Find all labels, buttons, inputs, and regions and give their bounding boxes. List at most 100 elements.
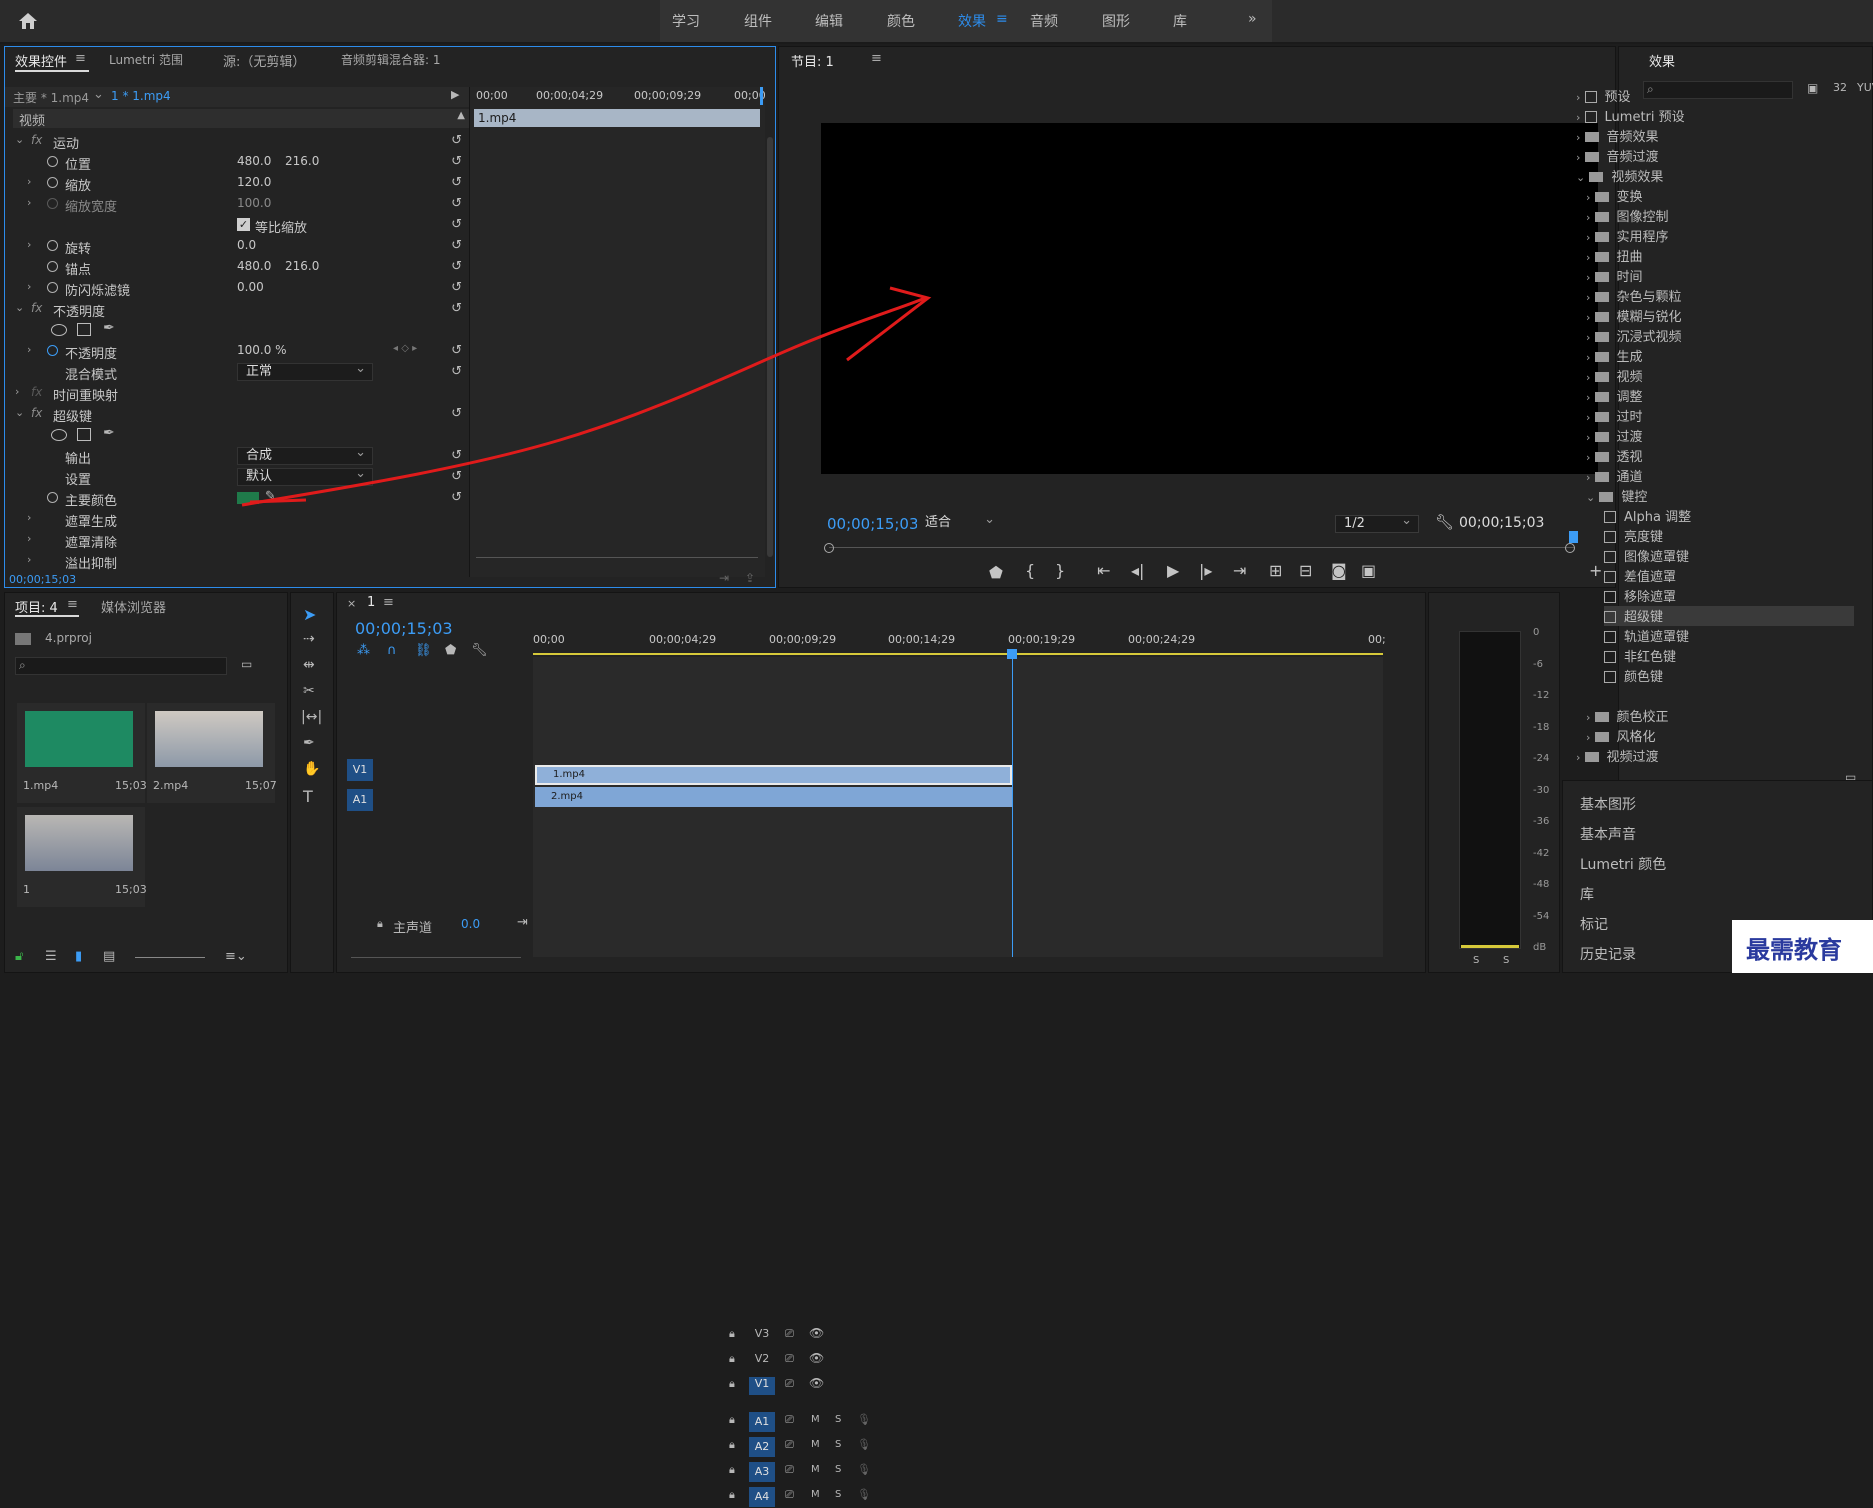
expand-icon[interactable]: ›: [1586, 291, 1590, 304]
microphone-icon[interactable]: 🎙︎: [857, 1438, 871, 1451]
timeline-tracks-area[interactable]: [533, 657, 1383, 957]
expand-icon[interactable]: ›: [27, 175, 31, 188]
time-remap-row[interactable]: › fx 时间重映射: [13, 383, 468, 404]
fit-dropdown[interactable]: 适合: [917, 512, 1001, 533]
expand-icon[interactable]: ›: [1586, 431, 1590, 444]
reset-icon[interactable]: ↺: [451, 406, 462, 421]
expand-icon[interactable]: ›: [1586, 451, 1590, 464]
reset-icon[interactable]: ↺: [451, 490, 462, 505]
timeline-timecode[interactable]: 00;00;15;03: [355, 619, 453, 638]
stopwatch-icon[interactable]: [47, 492, 58, 503]
tab-sequence[interactable]: 1: [367, 595, 375, 610]
position-x-value[interactable]: 480.0: [237, 154, 271, 168]
effects-item-video-transitions[interactable]: › 视频过渡: [1576, 746, 1659, 766]
solo-button[interactable]: S: [835, 1414, 841, 1425]
expand-icon[interactable]: ›: [1586, 411, 1590, 424]
lock-icon[interactable]: 🔒︎: [729, 1352, 735, 1366]
track-target-A1[interactable]: A1: [749, 1412, 775, 1432]
ec-scrollbar[interactable]: [476, 557, 758, 565]
effects-folder-item[interactable]: › 视频: [1586, 366, 1643, 386]
button-editor-icon[interactable]: +: [1589, 561, 1602, 580]
project-item-thumb[interactable]: 1.mp4 15;03: [17, 703, 147, 803]
lock-icon[interactable]: 🔒︎: [729, 1438, 735, 1452]
stopwatch-icon[interactable]: [47, 261, 58, 272]
freeform-view-icon[interactable]: ▤: [103, 949, 115, 964]
blend-mode-dropdown[interactable]: 正常: [237, 361, 373, 381]
lock-icon[interactable]: 🔒︎: [377, 917, 383, 931]
solo-button[interactable]: S: [835, 1439, 841, 1450]
project-item-thumb[interactable]: 1 15;03: [17, 807, 147, 907]
microphone-icon[interactable]: 🎙︎: [857, 1488, 871, 1501]
position-y-value[interactable]: 216.0: [285, 154, 319, 168]
track-target-V1[interactable]: V1: [749, 1377, 775, 1395]
reset-icon[interactable]: ↺: [451, 238, 462, 253]
list-view-icon[interactable]: ☰: [45, 949, 57, 964]
reset-icon[interactable]: ↺: [451, 196, 462, 211]
show-timeline-icon[interactable]: ▶: [451, 88, 459, 101]
side-panel-tab[interactable]: 基本声音: [1580, 824, 1636, 844]
tab-graphics[interactable]: 图形: [1102, 11, 1130, 31]
expand-icon[interactable]: ›: [27, 343, 31, 356]
tab-project[interactable]: 项目: 4: [15, 597, 58, 616]
scrub-start-handle[interactable]: [824, 543, 834, 553]
step-back-icon[interactable]: ◂|: [1131, 561, 1144, 580]
effects-folder-item[interactable]: › 透视: [1586, 446, 1643, 466]
expand-icon[interactable]: ›: [1586, 711, 1590, 724]
source-patch-v1[interactable]: V1: [347, 759, 373, 781]
reset-icon[interactable]: ↺: [451, 259, 462, 274]
tab-effects-menu-icon[interactable]: ≡: [996, 11, 1008, 27]
stopwatch-icon[interactable]: [47, 240, 58, 251]
expand-icon[interactable]: ›: [1586, 731, 1590, 744]
add-marker-icon[interactable]: ⬟: [989, 563, 1003, 582]
spill-suppression-row[interactable]: › 溢出抑制: [13, 551, 468, 572]
motion-row[interactable]: ⌄ fx 运动 ↺: [13, 131, 468, 152]
sync-lock-icon[interactable]: ⎚: [785, 1488, 794, 1502]
timeline-ruler[interactable]: 00;00 00;00;04;29 00;00;09;29 00;00;14;2…: [533, 629, 1386, 655]
lift-icon[interactable]: ⊞: [1269, 561, 1282, 580]
uniform-scale-checkbox[interactable]: ✓: [237, 218, 250, 231]
type-tool-icon[interactable]: T: [303, 787, 313, 806]
expand-icon[interactable]: ›: [1586, 371, 1590, 384]
home-icon[interactable]: [18, 12, 38, 30]
collapse-icon[interactable]: ⌄: [15, 406, 24, 419]
track-target-V3[interactable]: V3: [749, 1327, 775, 1345]
mark-out-icon[interactable]: }: [1055, 561, 1065, 580]
rectangle-mask-icon[interactable]: [77, 323, 91, 336]
expand-icon[interactable]: ›: [27, 553, 31, 566]
opacity-section-row[interactable]: ⌄ fx 不透明度 ↺: [13, 299, 468, 320]
ellipse-mask-icon[interactable]: [51, 429, 67, 441]
opacity-value[interactable]: 100.0 %: [237, 343, 287, 357]
reset-icon[interactable]: ↺: [451, 301, 462, 316]
tab-source[interactable]: 源:（无剪辑）: [223, 51, 305, 70]
track-target-A4[interactable]: A4: [749, 1487, 775, 1507]
keying-effect-item[interactable]: 颜色键: [1604, 666, 1854, 686]
side-panel-tab[interactable]: Lumetri 颜色: [1580, 854, 1666, 874]
sync-lock-icon[interactable]: ⎚: [785, 1377, 794, 1391]
extract-icon[interactable]: ⊟: [1299, 561, 1312, 580]
lock-icon[interactable]: 🔒︎: [729, 1413, 735, 1427]
more-workspaces-icon[interactable]: »: [1248, 11, 1257, 27]
close-sequence-icon[interactable]: ×: [347, 597, 356, 610]
ec-clip-bar[interactable]: 1.mp4: [474, 109, 760, 127]
tab-learn[interactable]: 学习: [672, 11, 700, 31]
stopwatch-icon[interactable]: [47, 282, 58, 293]
effects-item-presets[interactable]: › 预设: [1576, 86, 1631, 106]
keying-effect-item[interactable]: 图像遮罩键: [1604, 546, 1854, 566]
project-item-thumb[interactable]: 2.mp4 15;07: [147, 703, 277, 803]
ec-share-icon[interactable]: ⇪: [745, 571, 755, 585]
effects-folder-item[interactable]: › 杂色与颗粒: [1586, 286, 1682, 306]
reset-icon[interactable]: ↺: [451, 175, 462, 190]
tab-assembly[interactable]: 组件: [744, 11, 772, 31]
mark-in-icon[interactable]: {: [1025, 561, 1035, 580]
reset-icon[interactable]: ↺: [451, 364, 462, 379]
effects-folder-item[interactable]: ⌄ 键控: [1586, 486, 1647, 506]
sync-lock-icon[interactable]: ⎚: [785, 1352, 794, 1366]
keying-effect-item[interactable]: 超级键: [1604, 606, 1854, 626]
tab-color[interactable]: 颜色: [887, 11, 915, 31]
reset-icon[interactable]: ↺: [451, 217, 462, 232]
reset-icon[interactable]: ↺: [451, 343, 462, 358]
collapse-icon[interactable]: ⌄: [15, 133, 24, 146]
effects-item-audio-transitions[interactable]: › 音频过渡: [1576, 146, 1659, 166]
linked-selection-icon[interactable]: ⛓: [415, 643, 432, 658]
lock-icon[interactable]: 🔒︎: [729, 1463, 735, 1477]
